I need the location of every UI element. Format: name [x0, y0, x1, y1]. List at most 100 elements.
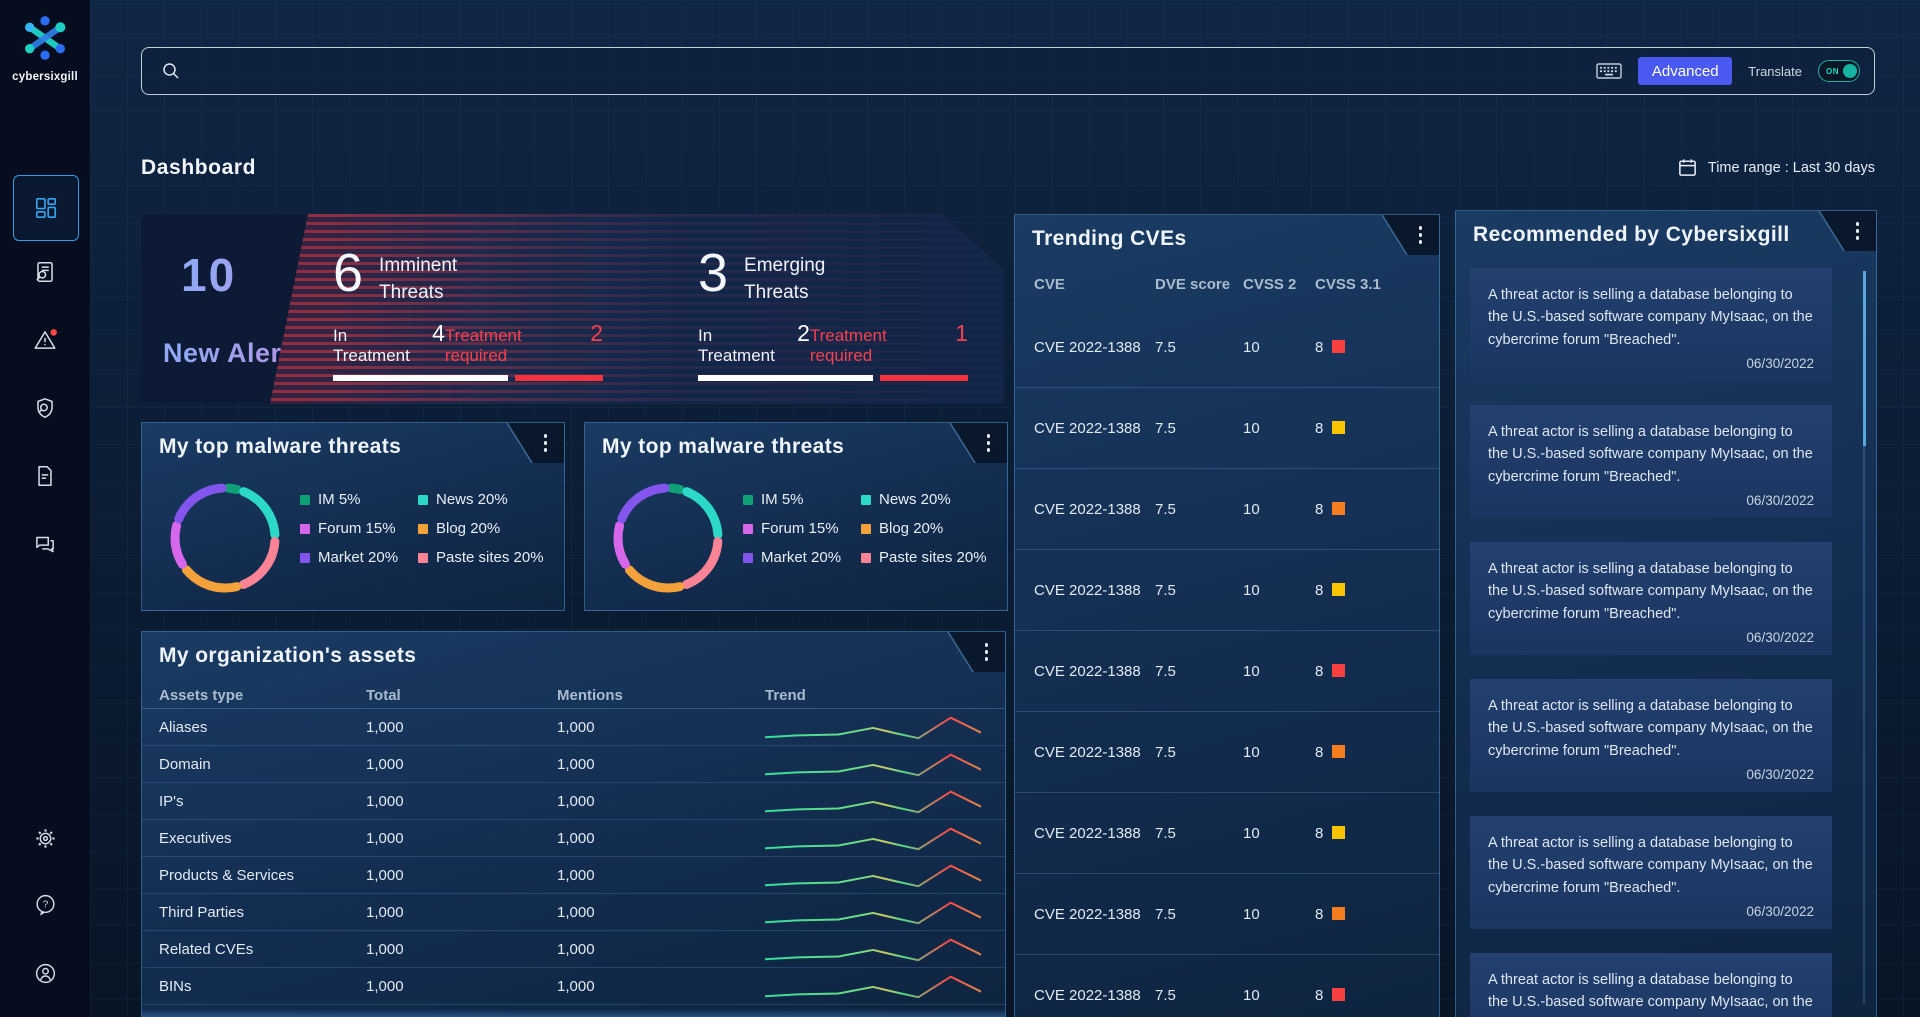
legend-swatch: [861, 553, 871, 563]
card-menu-button[interactable]: [985, 643, 989, 661]
asset-total: 1,000: [366, 904, 557, 921]
threat-group: 3 Emerging Threats In Treatment 2: [698, 248, 968, 381]
column-header: CVSS 3.1: [1315, 276, 1439, 293]
advanced-search-button[interactable]: Advanced: [1638, 57, 1732, 85]
asset-type: BINs: [159, 978, 366, 995]
cve-table-row[interactable]: CVE 2022-1388 7.5 10 8: [1015, 711, 1439, 792]
cve-table-row[interactable]: CVE 2022-1388 7.5 10 8: [1015, 630, 1439, 711]
asset-mentions: 1,000: [557, 978, 765, 995]
toggle-state-label: ON: [1826, 67, 1839, 76]
card-menu-button[interactable]: [1419, 226, 1423, 244]
sidebar-item-messages[interactable]: [30, 529, 60, 559]
severity-square: [1332, 340, 1345, 353]
recommendation-text: A threat actor is selling a database bel…: [1488, 832, 1814, 899]
asset-total: 1,000: [366, 941, 557, 958]
cvss31-score: 8: [1315, 420, 1323, 437]
help-question-icon: ?: [33, 892, 58, 917]
recommendation-item[interactable]: A threat actor is selling a database bel…: [1470, 542, 1832, 655]
cve-table-row[interactable]: CVE 2022-1388 7.5 10 8: [1015, 549, 1439, 630]
sidebar-item-dashboard[interactable]: [13, 175, 79, 241]
card-menu-button[interactable]: [1856, 222, 1860, 240]
cve-table-body: CVE 2022-1388 7.5 10 8 CVE 2022-1388 7.5…: [1015, 307, 1439, 1017]
card-title: Recommended by Cybersixgill: [1473, 223, 1790, 247]
recommendation-item[interactable]: A threat actor is selling a database bel…: [1470, 816, 1832, 929]
sidebar-item-help[interactable]: ?: [30, 889, 60, 919]
card-menu-button[interactable]: [544, 434, 548, 452]
cve-table-row[interactable]: CVE 2022-1388 7.5 10 8: [1015, 307, 1439, 387]
sidebar-item-reports[interactable]: [30, 461, 60, 491]
in-treatment-bar: [698, 375, 873, 381]
page-title: Dashboard: [141, 156, 256, 180]
cvss2-score: 10: [1243, 663, 1315, 680]
sidebar-item-settings[interactable]: [30, 823, 60, 853]
translate-label: Translate: [1748, 64, 1802, 79]
sidebar-item-intel-search[interactable]: [30, 257, 60, 287]
cve-id: CVE 2022-1388: [1034, 744, 1155, 761]
sidebar-item-threat-monitoring[interactable]: [30, 393, 60, 423]
sidebar-item-alerts[interactable]: [30, 325, 60, 355]
card-menu-button[interactable]: [987, 434, 991, 452]
legend-swatch: [743, 524, 753, 534]
asset-type: Domain: [159, 756, 366, 773]
malware-threats-card: My top malware threats IM 5%News 20%Foru…: [141, 422, 565, 611]
cvss31-score: 8: [1315, 663, 1323, 680]
recommendation-item[interactable]: A threat actor is selling a database bel…: [1470, 953, 1832, 1017]
legend-item: IM 5%: [743, 491, 847, 508]
column-header: CVSS 2: [1243, 276, 1315, 293]
legend-item: Paste sites 20%: [861, 549, 987, 566]
recommendation-item[interactable]: A threat actor is selling a database bel…: [1470, 268, 1832, 381]
threat-label-line2: Threats: [379, 280, 457, 307]
legend-item: Forum 15%: [300, 520, 404, 537]
scrollbar-thumb[interactable]: [1863, 271, 1866, 446]
calendar-icon: [1677, 157, 1698, 178]
cve-table-row[interactable]: CVE 2022-1388 7.5 10 8: [1015, 468, 1439, 549]
asset-mentions: 1,000: [557, 904, 765, 921]
asset-total: 1,000: [366, 756, 557, 773]
severity-square: [1332, 988, 1345, 1001]
cvss31-score: 8: [1315, 582, 1323, 599]
cvss31-score-cell: 8: [1315, 501, 1439, 518]
legend-swatch: [743, 495, 753, 505]
asset-total: 1,000: [366, 978, 557, 995]
recommendation-date: 06/30/2022: [1746, 493, 1814, 508]
asset-table-row: Products & Services 1,000 1,000: [142, 857, 1005, 894]
search-icon: [160, 60, 182, 82]
recommendation-item[interactable]: A threat actor is selling a database bel…: [1470, 679, 1832, 792]
translate-toggle[interactable]: ON: [1818, 60, 1860, 82]
in-treatment-value: 4: [432, 320, 445, 347]
threat-label-line2: Threats: [744, 280, 825, 307]
legend-label: Market 20%: [761, 549, 841, 566]
malware-donut-chart: [166, 479, 284, 597]
time-range-control[interactable]: Time range : Last 30 days: [1677, 157, 1875, 178]
legend-label: News 20%: [879, 491, 951, 508]
legend-label: IM 5%: [318, 491, 361, 508]
threat-group: 6 Imminent Threats In Treatment 4: [333, 248, 603, 381]
severity-square: [1332, 826, 1345, 839]
asset-table-row: IP's 1,000 1,000: [142, 783, 1005, 820]
severity-square: [1332, 745, 1345, 758]
card-corner-notch: [1788, 211, 1876, 251]
cve-table-row[interactable]: CVE 2022-1388 7.5 10 8: [1015, 792, 1439, 873]
dve-score: 7.5: [1155, 339, 1243, 356]
legend-swatch: [300, 495, 310, 505]
cve-table-row[interactable]: CVE 2022-1388 7.5 10 8: [1015, 387, 1439, 468]
legend-label: Market 20%: [318, 549, 398, 566]
dve-score: 7.5: [1155, 987, 1243, 1004]
keyboard-icon[interactable]: [1596, 63, 1622, 79]
malware-cards-row: My top malware threats IM 5%News 20%Foru…: [141, 422, 1004, 611]
legend-item: News 20%: [418, 491, 544, 508]
threat-groups: 6 Imminent Threats In Treatment 4: [333, 248, 968, 381]
brand-logo[interactable]: cybersixgill: [0, 12, 90, 83]
recommendation-item[interactable]: A threat actor is selling a database bel…: [1470, 405, 1832, 518]
treatment-required-value: 1: [955, 320, 968, 347]
cve-table-row[interactable]: CVE 2022-1388 7.5 10 8: [1015, 873, 1439, 954]
asset-table-row: BINs 1,000 1,000: [142, 968, 1005, 1005]
threat-group-header: 6 Imminent Threats: [333, 248, 603, 306]
legend-swatch: [861, 524, 871, 534]
treatment-required-value: 2: [590, 320, 603, 347]
cve-table-row[interactable]: CVE 2022-1388 7.5 10 8: [1015, 954, 1439, 1017]
sidebar-item-account[interactable]: [30, 958, 60, 988]
search-input[interactable]: [182, 62, 1596, 80]
cvss2-score: 10: [1243, 501, 1315, 518]
treatment-stats: In Treatment 4 Treatment required 2: [333, 320, 603, 366]
